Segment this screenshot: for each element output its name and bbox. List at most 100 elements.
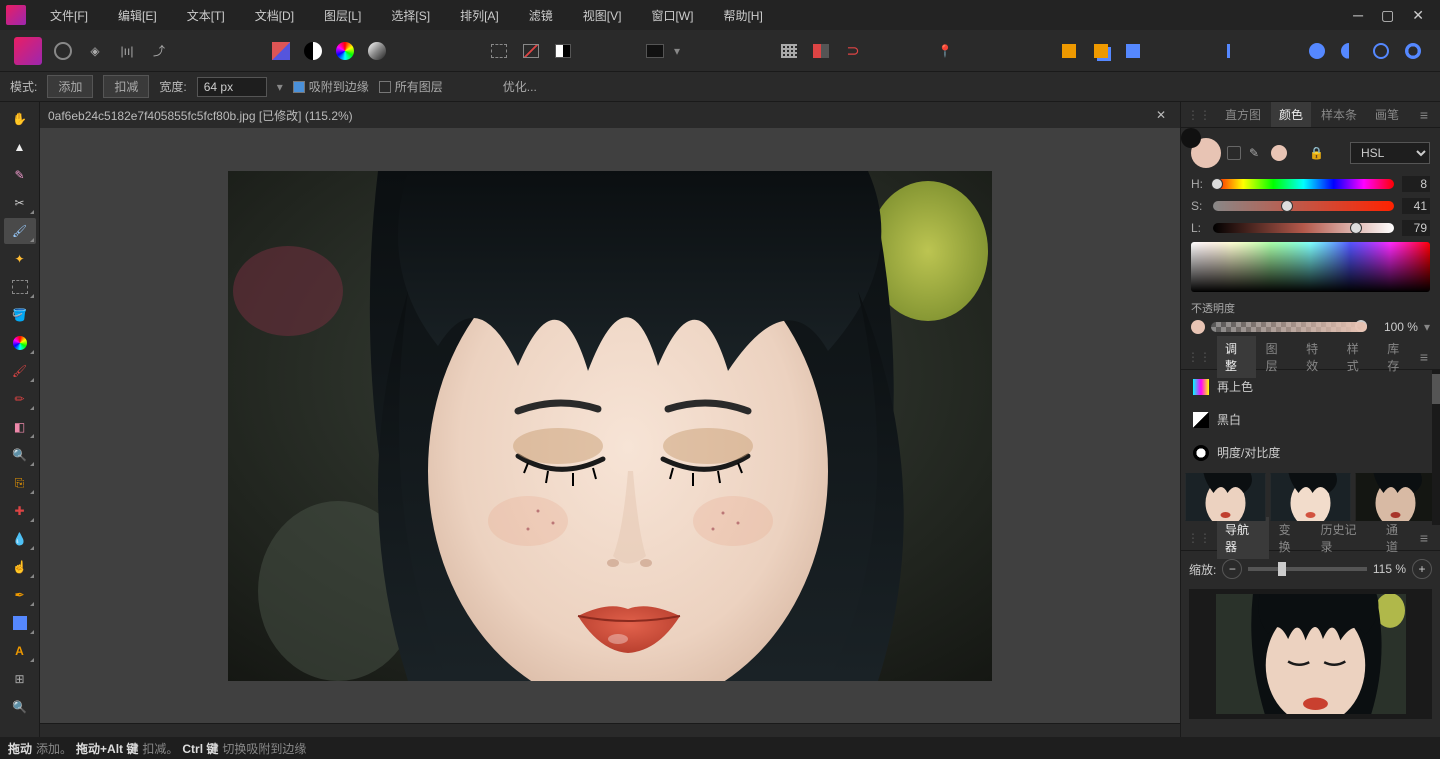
width-dropdown-icon[interactable]: ▾ <box>277 80 283 94</box>
tool-hand[interactable]: ✋ <box>4 106 36 132</box>
swap-colors-icon[interactable] <box>1227 146 1241 160</box>
tool-clone[interactable]: ⎘ <box>4 470 36 496</box>
tool-heal[interactable]: ✚ <box>4 498 36 524</box>
tool-mesh[interactable]: ⊞ <box>4 666 36 692</box>
panel-menu-icon[interactable]: ≡ <box>1420 530 1434 546</box>
eyedropper-icon[interactable]: ✎ <box>1249 146 1259 160</box>
panel-grip-icon[interactable]: ⋮⋮ <box>1187 350 1211 364</box>
all-layers-checkbox[interactable]: 所有图层 <box>379 78 443 95</box>
tool-zoom[interactable]: 🔍 <box>4 694 36 720</box>
menu-file[interactable]: 文件[F] <box>36 3 102 28</box>
tool-pixel-brush[interactable]: ✏ <box>4 386 36 412</box>
adjust-bw[interactable]: 黑白 <box>1181 403 1440 436</box>
close-button[interactable]: ✕ <box>1412 7 1424 24</box>
tool-color-picker[interactable]: ✎ <box>4 162 36 188</box>
canvas[interactable] <box>40 128 1180 723</box>
light-value[interactable]: 79 <box>1402 220 1430 236</box>
panel-menu-icon[interactable]: ≡ <box>1420 107 1434 123</box>
tool-brush[interactable]: 🖌 <box>4 358 36 384</box>
soft-proof-icon[interactable] <box>364 38 390 64</box>
sat-value[interactable]: 41 <box>1402 198 1430 214</box>
zoom-out-button[interactable]: − <box>1222 559 1242 579</box>
tool-crop[interactable]: ✂ <box>4 190 36 216</box>
lock-icon[interactable]: 🔒 <box>1309 146 1324 160</box>
menu-document[interactable]: 文档[D] <box>241 3 308 28</box>
marquee-dashed-icon[interactable] <box>486 38 512 64</box>
color-mode-select[interactable]: HSL <box>1350 142 1430 164</box>
menu-filters[interactable]: 滤镜 <box>515 3 567 28</box>
tab-close-icon[interactable]: ✕ <box>1150 108 1172 122</box>
tab-color[interactable]: 颜色 <box>1271 102 1311 127</box>
arrange-back-icon[interactable] <box>1056 38 1082 64</box>
fill-swatch-icon[interactable] <box>642 38 668 64</box>
adjust-recolor[interactable]: 再上色 <box>1181 370 1440 403</box>
tool-magic-wand[interactable]: ✦ <box>4 246 36 272</box>
hue-slider[interactable]: H: 8 <box>1191 176 1430 192</box>
bool-int-icon[interactable] <box>1368 38 1394 64</box>
opacity-value[interactable]: 100 % <box>1373 320 1418 334</box>
menu-window[interactable]: 窗口[W] <box>637 3 707 28</box>
light-slider[interactable]: L: 79 <box>1191 220 1430 236</box>
tab-histogram[interactable]: 直方图 <box>1217 102 1269 127</box>
bool-add-icon[interactable] <box>1304 38 1330 64</box>
tool-smudge[interactable]: ☝ <box>4 554 36 580</box>
tool-text[interactable]: A <box>4 638 36 664</box>
tool-blur[interactable]: 💧 <box>4 526 36 552</box>
snap-magnet-icon[interactable]: ⊃ <box>840 38 866 64</box>
bw-icon[interactable] <box>300 38 326 64</box>
tool-move[interactable]: ▲ <box>4 134 36 160</box>
menu-edit[interactable]: 编辑[E] <box>104 3 171 28</box>
canvas-h-scrollbar[interactable] <box>40 723 1180 737</box>
optimize-button[interactable]: 优化... <box>493 76 547 97</box>
tool-zoom-blur[interactable]: 🔍 <box>4 442 36 468</box>
minimize-button[interactable]: ─ <box>1353 7 1363 24</box>
zoom-value[interactable]: 115 % <box>1373 562 1406 576</box>
persona-tone-icon[interactable]: |ıı| <box>114 38 140 64</box>
align-icon[interactable] <box>1222 38 1248 64</box>
tool-marquee[interactable] <box>4 274 36 300</box>
maximize-button[interactable]: ▢ <box>1381 7 1394 24</box>
opacity-slider[interactable]: 100 % ▾ <box>1191 320 1430 334</box>
sat-slider[interactable]: S: 41 <box>1191 198 1430 214</box>
split-view-icon[interactable] <box>808 38 834 64</box>
adjust-scrollbar[interactable] <box>1432 370 1440 525</box>
tool-shape[interactable] <box>4 610 36 636</box>
hue-value[interactable]: 8 <box>1402 176 1430 192</box>
color-split-icon[interactable] <box>268 38 294 64</box>
adjust-preset-thumb[interactable] <box>1270 473 1351 521</box>
arrange-front-icon[interactable] <box>1120 38 1146 64</box>
adjust-brightness-contrast[interactable]: 明度/对比度 <box>1181 436 1440 469</box>
no-selection-icon[interactable] <box>518 38 544 64</box>
persona-photo-icon[interactable] <box>14 37 42 65</box>
tool-gradient[interactable] <box>4 330 36 356</box>
tab-swatches[interactable]: 样本条 <box>1313 102 1365 127</box>
arrange-mid-icon[interactable] <box>1088 38 1114 64</box>
panel-grip-icon[interactable]: ⋮⋮ <box>1187 108 1211 122</box>
mode-add-button[interactable]: 添加 <box>47 75 93 98</box>
navigator-preview[interactable] <box>1189 589 1432 719</box>
adjust-preset-thumb[interactable] <box>1355 473 1436 521</box>
width-input[interactable]: 64 px <box>197 77 267 97</box>
pin-icon[interactable]: 📍 <box>932 38 958 64</box>
adjust-preset-thumb[interactable] <box>1185 473 1266 521</box>
tab-brushes[interactable]: 画笔 <box>1367 102 1407 127</box>
menu-text[interactable]: 文本[T] <box>173 3 239 28</box>
swatch-dropdown-icon[interactable]: ▾ <box>674 44 680 58</box>
document-tab[interactable]: 0af6eb24c5182e7f405855fc5fcf80b.jpg [已修改… <box>48 107 1150 124</box>
menu-arrange[interactable]: 排列[A] <box>446 3 513 28</box>
menu-help[interactable]: 帮助[H] <box>709 3 776 28</box>
tool-selection-brush[interactable]: 🖌 <box>4 218 36 244</box>
menu-select[interactable]: 选择[S] <box>377 3 444 28</box>
menu-layer[interactable]: 图层[L] <box>310 3 375 28</box>
snap-edges-checkbox[interactable]: 吸附到边缘 <box>293 78 369 95</box>
tool-flood-fill[interactable]: 🪣 <box>4 302 36 328</box>
bool-xor-icon[interactable] <box>1400 38 1426 64</box>
picked-color-swatch[interactable] <box>1271 145 1287 161</box>
persona-liquify-icon[interactable] <box>50 38 76 64</box>
menu-view[interactable]: 视图[V] <box>569 3 636 28</box>
zoom-slider[interactable] <box>1248 567 1367 571</box>
tool-eraser[interactable]: ◧ <box>4 414 36 440</box>
bool-sub-icon[interactable] <box>1336 38 1362 64</box>
grid-icon[interactable] <box>776 38 802 64</box>
secondary-color-swatch[interactable] <box>1181 128 1201 148</box>
